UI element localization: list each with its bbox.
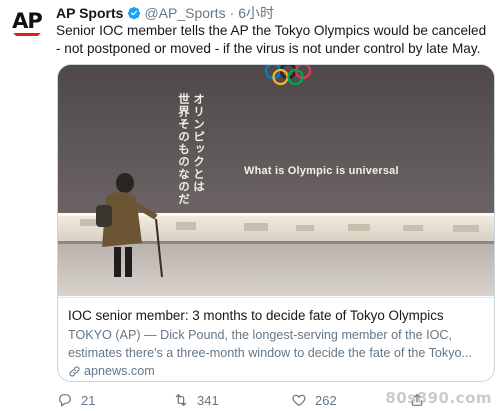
verified-badge-icon bbox=[128, 6, 141, 20]
display-name[interactable]: AP Sports bbox=[56, 5, 123, 21]
like-button[interactable]: 262 bbox=[291, 392, 337, 408]
timestamp[interactable]: 6小时 bbox=[238, 3, 274, 23]
tweet-header: AP Sports @AP_Sports · 6小时 bbox=[56, 5, 274, 21]
heart-icon bbox=[292, 394, 306, 407]
retweet-count: 341 bbox=[197, 392, 219, 408]
card-description-line1: TOKYO (AP) — Dick Pound, the longest-ser… bbox=[68, 328, 453, 342]
link-icon bbox=[69, 365, 80, 377]
museum-photo bbox=[58, 65, 494, 296]
link-card[interactable]: オリンピックとは 世界そのものなのだ What is Olympic is un… bbox=[57, 64, 495, 382]
card-domain[interactable]: apnews.com bbox=[68, 364, 483, 378]
japanese-wall-text-2: 世界そのものなのだ bbox=[177, 93, 191, 206]
user-handle[interactable]: @AP_Sports bbox=[144, 5, 225, 21]
wall-caption: What is Olympic is universal bbox=[244, 165, 399, 177]
site-watermark: 80s890.com bbox=[385, 389, 492, 407]
like-count: 262 bbox=[315, 392, 337, 408]
card-description-line2: estimates there's a three-month window t… bbox=[68, 345, 472, 360]
card-title[interactable]: IOC senior member: 3 months to decide fa… bbox=[68, 307, 483, 325]
tweet-text: Senior IOC member tells the AP the Tokyo… bbox=[56, 23, 487, 56]
reply-count: 21 bbox=[81, 392, 96, 408]
card-image: オリンピックとは 世界そのものなのだ What is Olympic is un… bbox=[58, 65, 494, 296]
ap-logo-bar bbox=[13, 32, 41, 36]
reply-button[interactable]: 21 bbox=[57, 392, 95, 408]
card-domain-text: apnews.com bbox=[84, 364, 155, 378]
card-body[interactable]: IOC senior member: 3 months to decide fa… bbox=[58, 297, 494, 381]
reply-icon bbox=[59, 394, 71, 407]
separator-dot: · bbox=[229, 5, 235, 21]
retweet-button[interactable]: 341 bbox=[173, 392, 219, 408]
ap-logo-text: AP bbox=[12, 8, 43, 33]
retweet-icon bbox=[175, 394, 187, 406]
japanese-wall-text-1: オリンピックとは bbox=[192, 93, 206, 193]
avatar[interactable]: AP bbox=[10, 6, 44, 40]
